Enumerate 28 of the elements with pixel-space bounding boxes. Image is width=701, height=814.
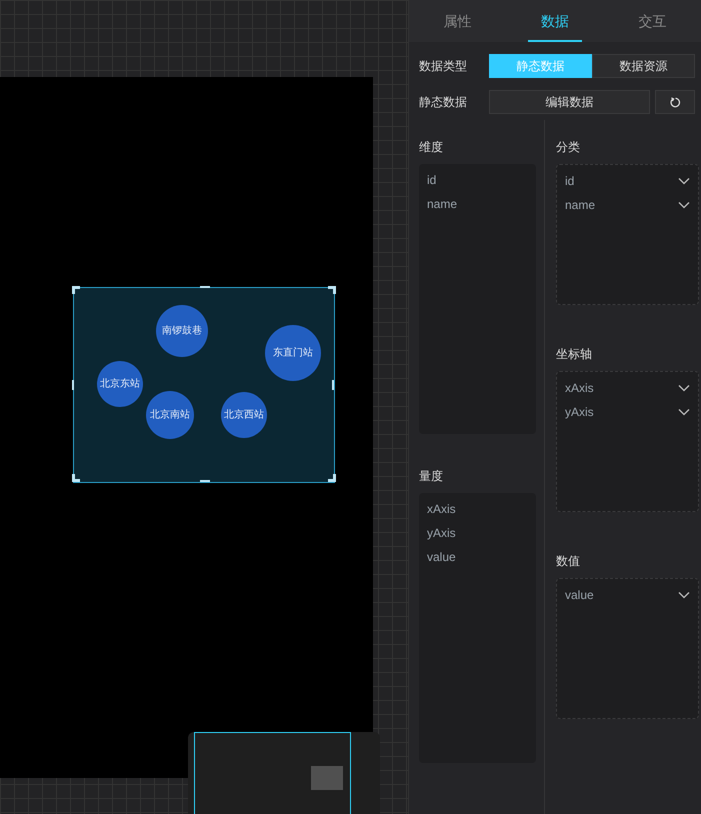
slot-item[interactable]: id — [565, 172, 574, 190]
field-label: 静态数据 — [419, 94, 468, 111]
bubble-chart[interactable]: 南锣鼓巷 东直门站 北京东站 北京南站 北京西站 — [73, 287, 335, 483]
field-item[interactable]: name — [419, 192, 536, 216]
section-heading: 数值 — [556, 553, 581, 570]
bubble-label: 南锣鼓巷 — [162, 324, 202, 338]
field-item[interactable]: id — [419, 168, 536, 192]
section-heading: 量度 — [419, 468, 444, 485]
tab[interactable]: 交互 — [604, 0, 701, 42]
bubble-label: 北京西站 — [224, 408, 264, 422]
slot-item[interactable]: xAxis — [565, 379, 594, 397]
bubble-label: 东直门站 — [273, 346, 313, 360]
bubble-label: 北京南站 — [150, 408, 190, 422]
section-heading: 坐标轴 — [556, 346, 593, 363]
tab[interactable]: 数据 — [506, 0, 604, 42]
slot-item[interactable]: yAxis — [565, 403, 594, 421]
slot-item[interactable]: value — [565, 586, 594, 604]
field-item[interactable]: yAxis — [419, 521, 536, 545]
section-heading: 分类 — [556, 139, 581, 156]
bubble-label: 北京东站 — [100, 377, 140, 392]
edit-data-button[interactable]: 编辑数据 — [489, 90, 650, 114]
field-item[interactable]: value — [419, 545, 536, 569]
tab[interactable]: 属性 — [409, 0, 506, 42]
slot-item[interactable]: name — [565, 196, 596, 214]
section-heading: 维度 — [419, 139, 444, 156]
segment-option[interactable]: 数据资源 — [592, 54, 695, 78]
field-item[interactable]: xAxis — [419, 497, 536, 521]
field-label: 数据类型 — [419, 58, 468, 75]
